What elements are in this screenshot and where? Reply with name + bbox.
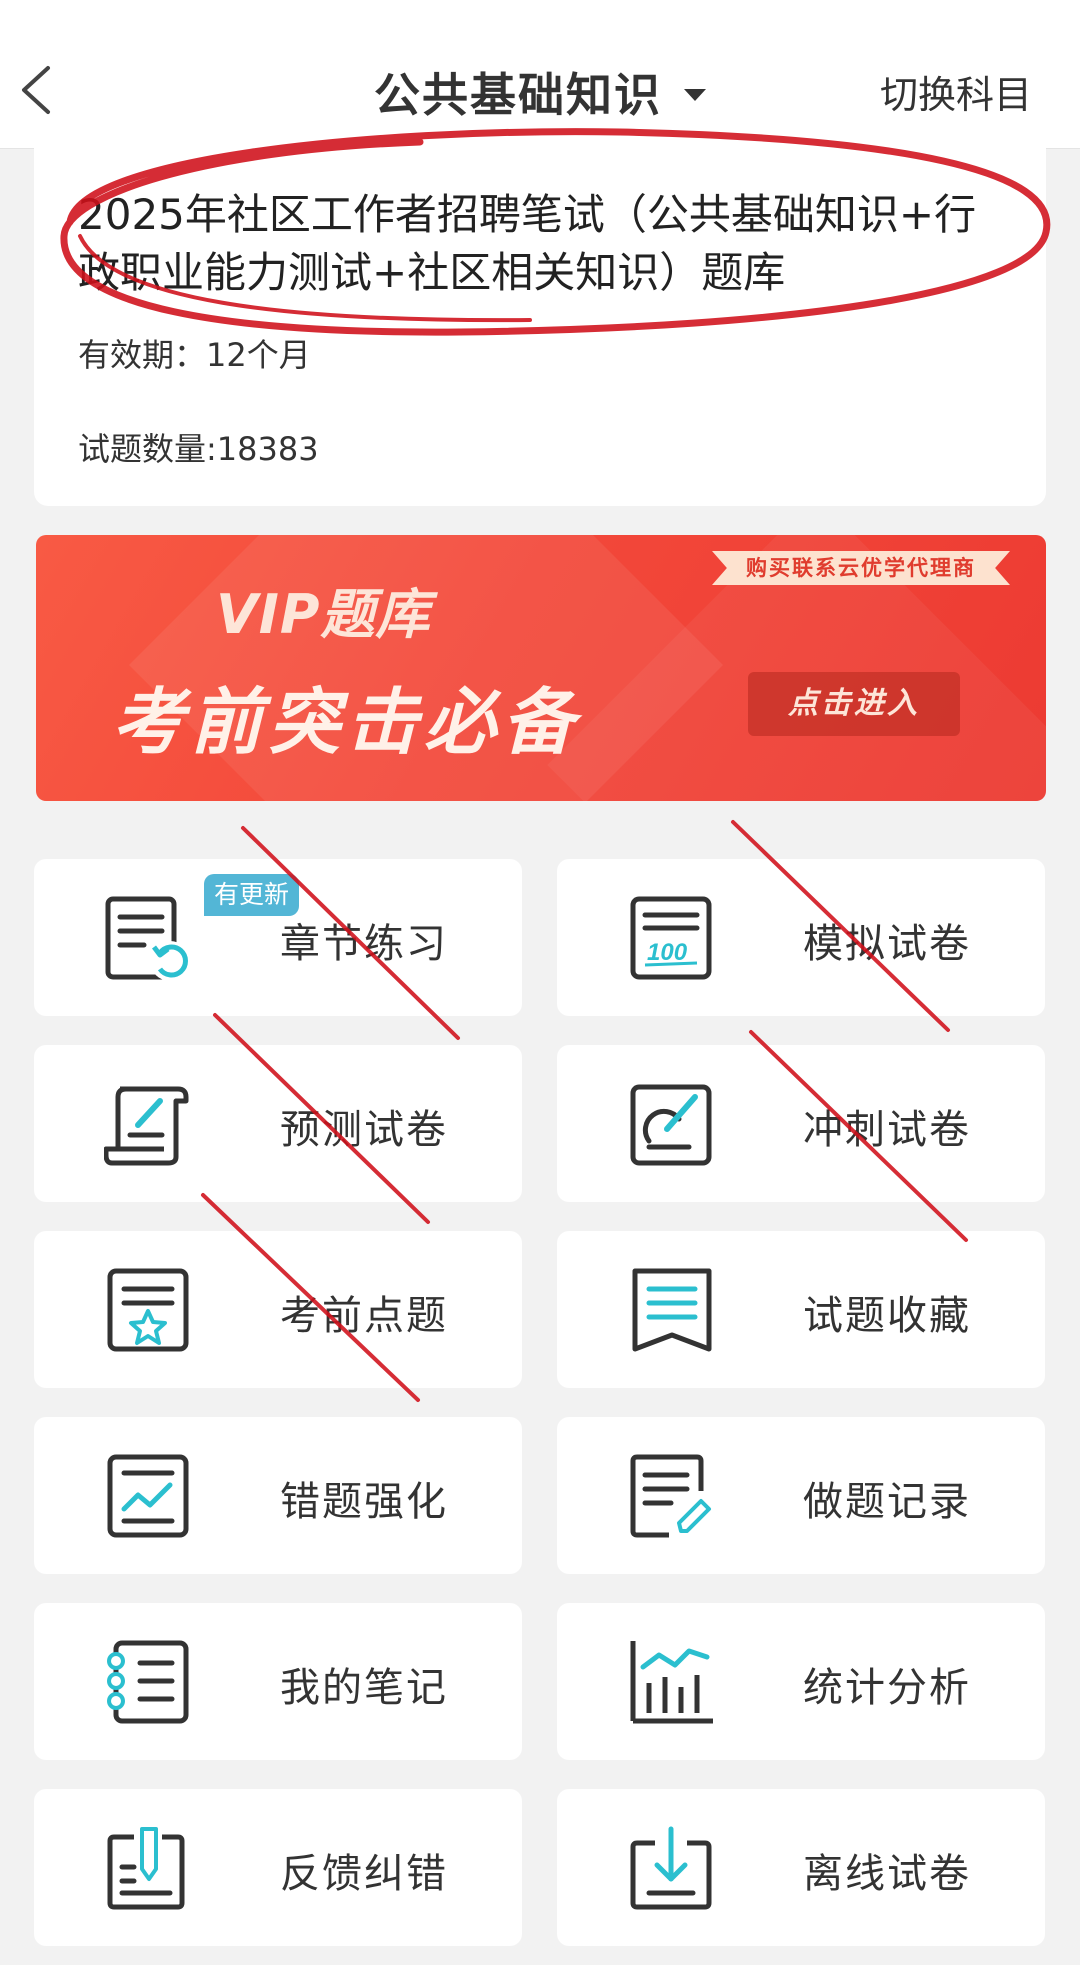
practice-record-icon: [630, 1454, 711, 1538]
statistics-icon: [630, 1641, 713, 1724]
menu-item-label: 反馈纠错: [280, 1851, 448, 1897]
menu-item-label: 考前点题: [280, 1293, 448, 1339]
vip-banner[interactable]: 购买联系云优学代理商 VIP题库 考前突击必备 点击进入: [36, 535, 1046, 801]
menu-item-notes[interactable]: 我的笔记: [34, 1603, 522, 1760]
switch-subject-button[interactable]: 切换科目: [880, 64, 1032, 119]
menu-item-label: 章节练习: [280, 921, 448, 967]
menu-item-label: 错题强化: [280, 1479, 448, 1525]
sprint-exam-icon: [630, 1084, 712, 1166]
notes-icon: [107, 1640, 189, 1724]
dealer-ribbon: 购买联系云优学代理商: [712, 551, 1010, 585]
validity-text: 有效期：12个月: [78, 336, 311, 374]
wrong-questions-icon: [107, 1454, 189, 1538]
offline-exam-icon: [630, 1826, 712, 1910]
question-count-text: 试题数量:18383: [78, 430, 319, 468]
menu-item-wrong-questions[interactable]: 错题强化: [34, 1417, 522, 1574]
menu-item-practice-record[interactable]: 做题记录: [557, 1417, 1045, 1574]
menu-item-label: 统计分析: [803, 1665, 971, 1711]
forecast-exam-icon: [104, 1086, 189, 1166]
menu-item-feedback[interactable]: 反馈纠错: [34, 1789, 522, 1946]
feedback-icon: [107, 1827, 185, 1910]
menu-item-label: 模拟试卷: [803, 921, 971, 967]
menu-item-label: 预测试卷: [280, 1107, 448, 1153]
menu-item-key-points[interactable]: 考前点题: [34, 1231, 522, 1388]
menu-item-offline-exam[interactable]: 离线试卷: [557, 1789, 1045, 1946]
vip-title: VIP题库: [216, 583, 431, 646]
question-bank-title: 2025年社区工作者招聘笔试（公共基础知识+行政职业能力测试+社区相关知识）题库: [78, 190, 977, 297]
back-button[interactable]: [14, 60, 62, 120]
menu-item-sprint-exam[interactable]: 冲刺试卷: [557, 1045, 1045, 1202]
menu-item-label: 试题收藏: [803, 1293, 971, 1339]
page-title: 公共基础知识: [374, 68, 662, 122]
caret-down-icon: [684, 89, 706, 101]
menu-item-label: 我的笔记: [280, 1665, 448, 1711]
menu-item-label: 做题记录: [803, 1479, 971, 1525]
banner-slogan: 考前突击必备: [112, 680, 581, 764]
menu-item-label: 冲刺试卷: [803, 1107, 971, 1153]
menu-item-mock-exam[interactable]: 100 模拟试卷: [557, 859, 1045, 1016]
subject-selector[interactable]: 公共基础知识: [330, 52, 750, 132]
chapter-practice-icon: [105, 896, 190, 981]
menu-item-label: 离线试卷: [803, 1851, 971, 1897]
menu-item-favorites[interactable]: 试题收藏: [557, 1231, 1045, 1388]
svg-text:100: 100: [647, 939, 688, 966]
chevron-left-icon: [22, 66, 50, 114]
key-points-icon: [107, 1268, 189, 1352]
enter-button[interactable]: 点击进入: [748, 672, 960, 736]
menu-item-forecast-exam[interactable]: 预测试卷: [34, 1045, 522, 1202]
favorites-icon: [632, 1268, 712, 1352]
update-badge: 有更新: [204, 874, 300, 916]
menu-item-statistics[interactable]: 统计分析: [557, 1603, 1045, 1760]
mock-exam-icon: 100: [630, 896, 712, 980]
